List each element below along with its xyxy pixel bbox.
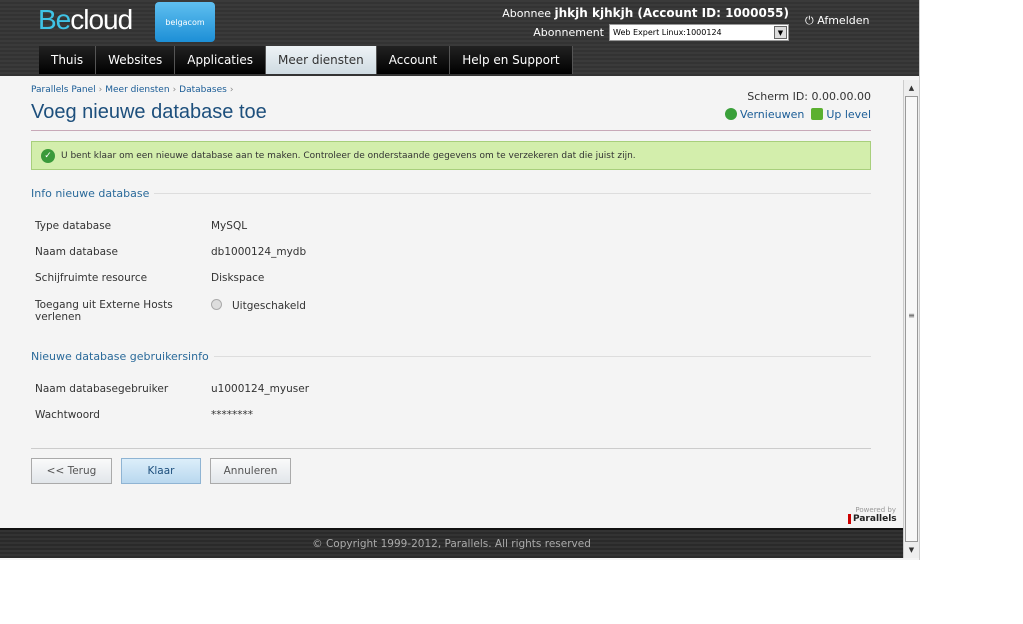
scrollbar[interactable]: ▲ ≡ ▼ <box>903 80 919 558</box>
header: Becloud belgacom Abonnee jhkjh kjhkjh (A… <box>0 0 919 76</box>
tab-meer-diensten[interactable]: Meer diensten <box>265 46 377 74</box>
field-row: Schijfruimte resource Diskspace <box>35 272 265 284</box>
section-gebruikersinfo: Nieuwe database gebruikersinfo <box>31 350 871 363</box>
scroll-down-icon[interactable]: ▼ <box>904 543 919 557</box>
breadcrumb-parallels-panel[interactable]: Parallels Panel <box>31 85 96 95</box>
divider <box>31 130 871 131</box>
up-arrow-icon <box>811 108 824 120</box>
subscriber-label: Abonnee <box>502 7 551 20</box>
screen-info: Scherm ID: 0.00.00.00 Vernieuwen Up leve… <box>725 90 871 121</box>
app-window: Becloud belgacom Abonnee jhkjh kjhkjh (A… <box>0 0 920 560</box>
radio-icon <box>211 299 222 310</box>
tab-help-en-support[interactable]: Help en Support <box>450 46 573 74</box>
breadcrumb-databases[interactable]: Databases <box>179 85 227 95</box>
back-button[interactable]: << Terug <box>31 458 112 484</box>
check-icon: ✓ <box>41 148 55 163</box>
account-info: Abonnee jhkjh kjhkjh (Account ID: 100005… <box>502 6 789 41</box>
tab-applicaties[interactable]: Applicaties <box>175 46 266 74</box>
footer: © Copyright 1999-2012, Parallels. All ri… <box>0 528 903 558</box>
scroll-up-icon[interactable]: ▲ <box>904 81 919 95</box>
belgacom-logo: belgacom <box>155 2 215 42</box>
field-row: Type database MySQL <box>35 220 248 232</box>
subscriber-value: jhkjh kjhkjh (Account ID: 1000055) <box>554 6 790 20</box>
becloud-logo[interactable]: Becloud <box>38 4 133 36</box>
tab-thuis[interactable]: Thuis <box>39 46 97 74</box>
breadcrumb-meer-diensten[interactable]: Meer diensten <box>105 85 169 95</box>
subscription-select[interactable]: Web Expert Linux:1000124 ▼ <box>609 24 789 41</box>
refresh-link[interactable]: Vernieuwen <box>725 108 804 121</box>
screen-id: 0.00.00.00 <box>811 90 871 103</box>
tab-account[interactable]: Account <box>376 46 451 74</box>
powered-by-parallels-logo: Powered by Parallels <box>848 506 897 524</box>
main-nav: Thuis Websites Applicaties Meer diensten… <box>39 46 573 74</box>
success-message: ✓ U bent klaar om een nieuwe database aan… <box>31 141 871 170</box>
subscription-label: Abonnement <box>533 26 604 39</box>
up-level-link[interactable]: Up level <box>811 108 871 121</box>
main-content: Parallels Panel › Meer diensten › Databases ›… <box>31 80 871 484</box>
field-row: Wachtwoord ******** <box>35 409 253 421</box>
field-row: Naam database db1000124_mydb <box>35 246 307 258</box>
cancel-button[interactable]: Annuleren <box>210 458 291 484</box>
power-icon: ⏻ <box>805 14 814 27</box>
field-row: Toegang uit Externe Hosts verlenen Uitges… <box>35 299 306 323</box>
section-info-nieuwe-database: Info nieuwe database <box>31 187 871 200</box>
chevron-down-icon[interactable]: ▼ <box>774 26 787 39</box>
divider <box>31 448 871 449</box>
scrollbar-thumb[interactable]: ≡ <box>905 96 918 542</box>
logout-link[interactable]: ⏻ Afmelden <box>805 14 869 28</box>
field-row: Naam databasegebruiker u1000124_myuser <box>35 383 310 395</box>
refresh-icon <box>725 108 738 120</box>
finish-button[interactable]: Klaar <box>121 458 201 484</box>
tab-websites[interactable]: Websites <box>96 46 176 74</box>
